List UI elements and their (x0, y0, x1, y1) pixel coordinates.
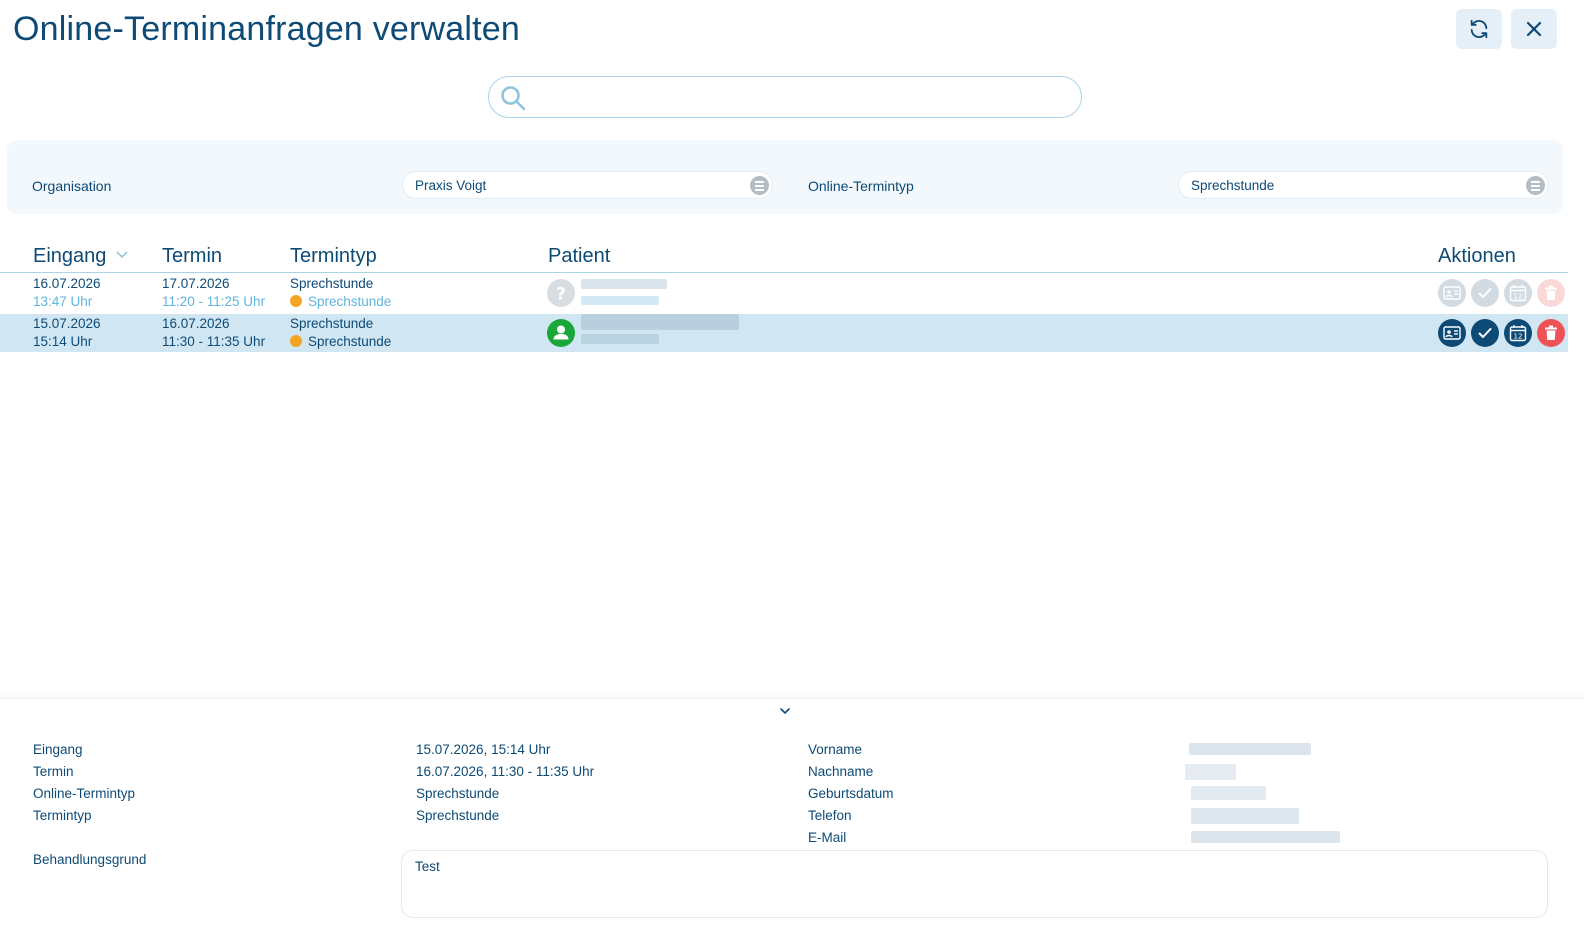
page-title: Online-Terminanfragen verwalten (13, 10, 521, 48)
termintyp-sub: Sprechstunde (308, 334, 392, 349)
redacted-patient-name (581, 279, 667, 289)
calendar-icon: 12 (1509, 325, 1527, 342)
termin-date: 17.07.2026 (162, 276, 230, 291)
svg-text:12: 12 (1514, 293, 1523, 301)
column-header-termintyp[interactable]: Termintyp (290, 245, 377, 268)
eingang-date: 15.07.2026 (33, 316, 101, 331)
organisation-label: Organisation (32, 178, 112, 194)
column-header-patient[interactable]: Patient (548, 245, 610, 268)
detail-value-termin: 16.07.2026, 11:30 - 11:35 Uhr (416, 764, 595, 779)
id-card-icon (1443, 326, 1461, 340)
organisation-value: Praxis Voigt (415, 178, 487, 193)
svg-text:?: ? (556, 285, 566, 305)
confirm-button[interactable] (1471, 319, 1499, 347)
termintyp-select[interactable]: Sprechstunde (1178, 171, 1549, 199)
delete-button[interactable] (1537, 319, 1565, 347)
sort-chevron-down-icon (116, 251, 128, 259)
redacted-telefon (1191, 808, 1299, 824)
filter-panel: Organisation Praxis Voigt Online-Termint… (7, 140, 1563, 214)
termintyp-sub: Sprechstunde (308, 294, 392, 309)
type-color-dot (290, 335, 302, 347)
detail-label-vorname: Vorname (808, 742, 863, 757)
calendar-button[interactable]: 12 (1504, 279, 1532, 307)
detail-label-eingang: Eingang (33, 742, 83, 757)
detail-label-behandlungsgrund: Behandlungsgrund (33, 852, 147, 867)
close-button[interactable] (1511, 9, 1557, 49)
check-icon (1478, 288, 1492, 298)
detail-value-eingang: 15.07.2026, 15:14 Uhr (416, 742, 551, 757)
detail-label-email: E-Mail (808, 830, 847, 845)
detail-value-termintyp: Sprechstunde (416, 808, 500, 823)
refresh-icon (1470, 19, 1488, 39)
list-menu-icon[interactable] (750, 176, 769, 195)
detail-label-online-termintyp: Online-Termintyp (33, 786, 136, 801)
id-card-icon (1443, 286, 1461, 300)
collapse-chevron-down-icon[interactable] (779, 705, 791, 717)
redacted-patient-name (581, 314, 739, 330)
detail-label-telefon: Telefon (808, 808, 852, 823)
termintyp-filter-label: Online-Termintyp (808, 178, 914, 194)
detail-value-online-termintyp: Sprechstunde (416, 786, 500, 801)
table-row[interactable]: 16.07.2026 13:47 Uhr 17.07.2026 11:20 - … (0, 274, 1568, 312)
header-divider (0, 272, 1568, 273)
detail-label-termintyp: Termintyp (33, 808, 92, 823)
behandlungsgrund-text: Test (415, 859, 440, 874)
redacted-patient-id (581, 296, 659, 305)
known-patient-icon[interactable] (547, 319, 575, 347)
confirm-button[interactable] (1471, 279, 1499, 307)
eingang-time: 13:47 Uhr (33, 294, 93, 309)
organisation-select[interactable]: Praxis Voigt (402, 171, 773, 199)
redacted-email (1191, 831, 1340, 843)
delete-button[interactable] (1537, 279, 1565, 307)
search-input[interactable] (533, 85, 1063, 109)
table-row[interactable]: 15.07.2026 15:14 Uhr 16.07.2026 11:30 - … (0, 314, 1568, 352)
svg-text:12: 12 (1514, 333, 1523, 341)
trash-icon (1545, 325, 1557, 340)
eingang-date: 16.07.2026 (33, 276, 101, 291)
list-menu-icon[interactable] (1526, 176, 1545, 195)
patient-card-button[interactable] (1438, 279, 1466, 307)
check-icon (1478, 328, 1492, 338)
search-icon (501, 86, 526, 111)
behandlungsgrund-textarea[interactable]: Test (401, 850, 1548, 918)
type-color-dot (290, 295, 302, 307)
termin-time: 11:30 - 11:35 Uhr (162, 334, 266, 349)
termintyp-name: Sprechstunde (290, 316, 374, 331)
redacted-vorname (1189, 743, 1311, 755)
termin-date: 16.07.2026 (162, 316, 230, 331)
redacted-geburtsdatum (1191, 786, 1266, 800)
eingang-time: 15:14 Uhr (33, 334, 93, 349)
column-header-eingang[interactable]: Eingang (33, 245, 128, 268)
detail-label-termin: Termin (33, 764, 74, 779)
column-header-aktionen: Aktionen (1438, 245, 1516, 267)
redacted-patient-id (581, 334, 659, 344)
termintyp-name: Sprechstunde (290, 276, 374, 291)
redacted-nachname (1185, 764, 1236, 780)
column-header-label: Eingang (33, 245, 107, 267)
trash-icon (1545, 285, 1557, 300)
refresh-button[interactable] (1456, 9, 1502, 49)
column-header-termin[interactable]: Termin (162, 245, 222, 268)
unknown-patient-icon[interactable]: ? (547, 279, 575, 307)
search-box[interactable] (488, 76, 1082, 118)
calendar-icon: 12 (1509, 285, 1527, 302)
detail-label-nachname: Nachname (808, 764, 874, 779)
termintyp-value: Sprechstunde (1191, 178, 1275, 193)
calendar-button[interactable]: 12 (1504, 319, 1532, 347)
patient-card-button[interactable] (1438, 319, 1466, 347)
detail-label-geburtsdatum: Geburtsdatum (808, 786, 894, 801)
termin-time: 11:20 - 11:25 Uhr (162, 294, 266, 309)
close-icon (1526, 21, 1542, 37)
